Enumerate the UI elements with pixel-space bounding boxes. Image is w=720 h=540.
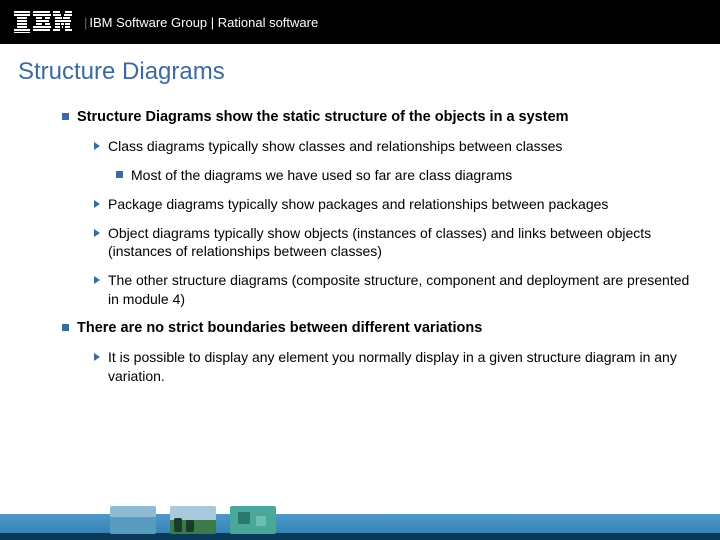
sub2-bullet-text: Most of the diagrams we have used so far… [131, 166, 512, 185]
sub-bullet-text: It is possible to display any element yo… [108, 348, 702, 386]
slide-title: Structure Diagrams [18, 58, 702, 86]
sub2-bullet-list: Most of the diagrams we have used so far… [94, 166, 702, 185]
triangle-bullet-icon [94, 200, 100, 208]
footer [0, 506, 720, 540]
sub-bullet-text: Object diagrams typically show objects (… [108, 224, 702, 262]
slide-content: Structure Diagrams Structure Diagrams sh… [0, 44, 720, 386]
footer-thumbnail [110, 506, 156, 534]
triangle-bullet-icon [94, 142, 100, 150]
footer-thumbnail [170, 506, 216, 534]
sub-bullet-list: It is possible to display any element yo… [62, 348, 702, 386]
header-text: IBM Software Group | Rational software [89, 15, 318, 30]
bullet-list: Structure Diagrams show the static struc… [18, 108, 702, 386]
sub-bullet-text: The other structure diagrams (composite … [108, 271, 702, 309]
sub-bullet-item: The other structure diagrams (composite … [94, 271, 702, 309]
sub-bullet-item: Object diagrams typically show objects (… [94, 224, 702, 262]
sub-bullet-item: It is possible to display any element yo… [94, 348, 702, 386]
triangle-bullet-icon [94, 229, 100, 237]
header-bar: | IBM Software Group | Rational software [0, 0, 720, 44]
sub-bullet-text: Package diagrams typically show packages… [108, 195, 608, 214]
footer-thumbnail [230, 506, 276, 534]
ibm-logo [14, 11, 72, 33]
square-bullet-icon [62, 324, 69, 331]
bullet-text: Structure Diagrams show the static struc… [77, 108, 569, 127]
footer-dark-band [0, 533, 720, 540]
sub-bullet-list: Class diagrams typically show classes an… [62, 137, 702, 309]
triangle-bullet-icon [94, 353, 100, 361]
footer-thumbnails [110, 506, 276, 534]
sub-bullet-item: Package diagrams typically show packages… [94, 195, 702, 214]
bullet-item: There are no strict boundaries between d… [62, 319, 702, 338]
sub-bullet-item: Class diagrams typically show classes an… [94, 137, 702, 156]
sub-bullet-text: Class diagrams typically show classes an… [108, 137, 562, 156]
sub2-bullet-item: Most of the diagrams we have used so far… [116, 166, 702, 185]
square-bullet-icon [116, 171, 123, 178]
square-bullet-icon [62, 113, 69, 120]
bullet-item: Structure Diagrams show the static struc… [62, 108, 702, 127]
bullet-text: There are no strict boundaries between d… [77, 319, 482, 338]
header-divider: | [84, 15, 87, 30]
triangle-bullet-icon [94, 276, 100, 284]
